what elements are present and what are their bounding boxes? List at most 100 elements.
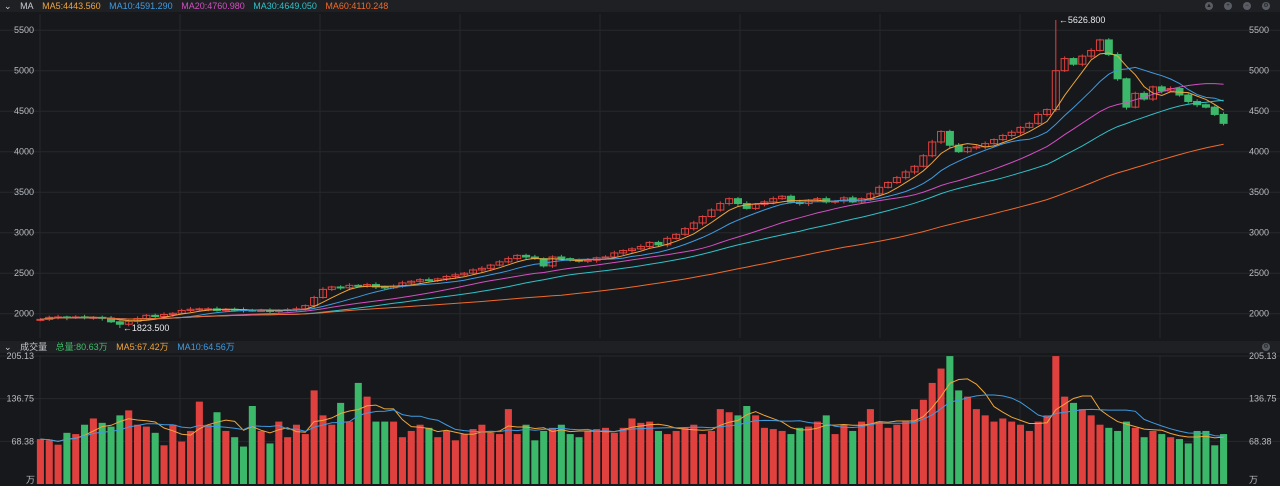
candle-body bbox=[89, 316, 98, 319]
volume-unit-right: 万 bbox=[1249, 475, 1258, 485]
candle-body bbox=[989, 139, 999, 145]
volume-collapse-icon[interactable]: ⌄ bbox=[4, 342, 12, 352]
candle-body bbox=[477, 267, 486, 271]
candle-body bbox=[80, 316, 89, 319]
candle-body bbox=[760, 201, 769, 205]
volume-bar bbox=[425, 427, 433, 484]
candle-body bbox=[1034, 113, 1043, 124]
volume-ma5-line bbox=[40, 378, 1224, 442]
candle-body bbox=[786, 195, 795, 203]
candle-body bbox=[636, 245, 645, 250]
candle-body bbox=[345, 284, 354, 289]
candle-body bbox=[204, 308, 213, 311]
candle-body bbox=[424, 279, 433, 282]
volume-bar bbox=[213, 412, 221, 484]
ma5-line bbox=[40, 52, 1224, 322]
candle-body bbox=[177, 309, 186, 314]
volume-bar bbox=[716, 409, 724, 484]
legend-ma20: MA20:4760.980 bbox=[181, 1, 245, 11]
candle-body bbox=[115, 321, 124, 325]
volume-bar bbox=[707, 430, 715, 484]
settings-icon[interactable]: ⚙ bbox=[1262, 2, 1270, 10]
candle-body bbox=[1078, 55, 1087, 65]
candle-body bbox=[566, 258, 575, 261]
pane-controls: ▲ + − ⚙ bbox=[1205, 0, 1276, 12]
price-tick-left: 3000 bbox=[14, 228, 34, 238]
candle-body bbox=[813, 198, 822, 201]
collapse-icon[interactable]: ⌄ bbox=[4, 1, 12, 11]
candle-body bbox=[919, 155, 928, 167]
volume-bar bbox=[257, 430, 265, 484]
volume-bar bbox=[557, 424, 565, 484]
volume-bar bbox=[1202, 430, 1210, 484]
ma-label: MA bbox=[20, 1, 34, 11]
kline-chart[interactable]: 2000 2000 2500 2500 3000 3000 3500 3500 4000 4000… bbox=[0, 0, 1280, 486]
candle-body bbox=[133, 318, 142, 322]
volume-bar bbox=[116, 415, 124, 484]
volume-bar bbox=[160, 445, 168, 484]
candle-body bbox=[1210, 106, 1219, 115]
volume-bar bbox=[601, 427, 610, 484]
legend-ma60: MA60:4110.248 bbox=[325, 1, 389, 11]
volume-bar bbox=[584, 430, 592, 484]
price-tick-left: 5000 bbox=[14, 66, 34, 76]
candle-body bbox=[530, 256, 539, 260]
plus-icon[interactable]: + bbox=[1224, 2, 1232, 10]
minus-icon[interactable]: − bbox=[1243, 2, 1251, 10]
volume-bar bbox=[275, 421, 283, 484]
candle-body bbox=[875, 186, 884, 195]
candle-body bbox=[945, 130, 954, 146]
candle-body bbox=[910, 165, 919, 173]
volume-bar bbox=[328, 424, 336, 484]
volume-bar bbox=[628, 418, 636, 484]
volume-bar bbox=[1140, 437, 1148, 484]
candle-body bbox=[504, 258, 513, 263]
candle-body bbox=[574, 259, 584, 262]
volume-ma10-line bbox=[40, 394, 1224, 442]
candle-body bbox=[548, 256, 557, 267]
candle-body bbox=[848, 197, 857, 203]
up-icon[interactable]: ▲ bbox=[1205, 2, 1213, 10]
candle-body bbox=[283, 309, 292, 312]
candle-body bbox=[363, 284, 372, 287]
volume-settings-icon[interactable]: ⚙ bbox=[1262, 343, 1270, 351]
volume-bar bbox=[151, 432, 159, 484]
candle-body bbox=[371, 284, 380, 288]
volume-bar bbox=[345, 421, 353, 484]
legend-volume-total: 总量:80.63万 bbox=[55, 342, 108, 352]
candle-body bbox=[627, 248, 637, 252]
volume-bar bbox=[1175, 439, 1183, 484]
candle-body bbox=[195, 308, 204, 311]
volume-bar bbox=[1158, 434, 1166, 484]
candle-body bbox=[707, 209, 716, 218]
volume-bar bbox=[496, 434, 504, 484]
candle-body bbox=[460, 272, 469, 276]
candle-body bbox=[1042, 109, 1052, 115]
candle-body bbox=[619, 250, 628, 254]
volume-bar bbox=[1052, 356, 1060, 484]
volume-bar bbox=[266, 443, 274, 484]
low-annotation: ←1823.500 bbox=[123, 323, 170, 333]
volume-bar bbox=[566, 434, 574, 484]
volume-bar bbox=[822, 415, 830, 484]
volume-label: 成交量 bbox=[20, 342, 48, 352]
candle-body bbox=[522, 254, 531, 258]
volume-bar bbox=[1043, 415, 1051, 484]
legend-ma5: MA5:4443.560 bbox=[42, 1, 101, 11]
candle-body bbox=[407, 280, 416, 284]
candle-body bbox=[1060, 58, 1069, 72]
candle-body bbox=[645, 241, 654, 247]
volume-bar bbox=[619, 427, 627, 484]
volume-bar bbox=[504, 409, 512, 484]
candle-body bbox=[212, 308, 222, 311]
indicator-legend: ⌄ MA MA5:4443.560 MA10:4591.290 MA20:476… bbox=[0, 0, 1280, 12]
volume-bar bbox=[981, 415, 989, 484]
volume-bar bbox=[893, 424, 901, 484]
volume-bar bbox=[416, 424, 424, 484]
volume-bar bbox=[390, 421, 398, 484]
candle-body bbox=[654, 241, 663, 246]
candle-body bbox=[1166, 88, 1175, 92]
candle-body bbox=[239, 309, 248, 312]
legend-volume-ma10: MA10:64.56万 bbox=[177, 342, 235, 352]
volume-legend: ⌄ 成交量 总量:80.63万 MA5:67.42万 MA10:64.56万 ⚙ bbox=[0, 341, 1280, 353]
